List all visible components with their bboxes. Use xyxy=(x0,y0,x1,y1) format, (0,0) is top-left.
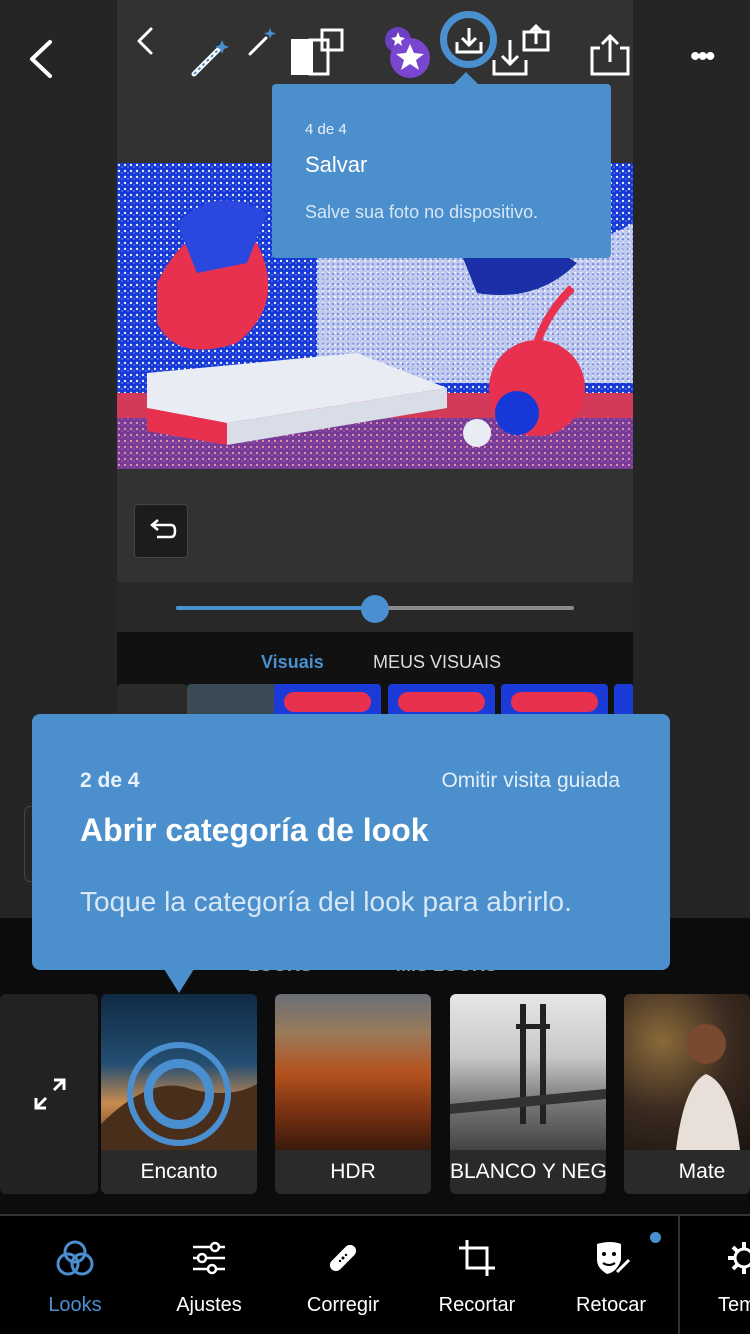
bottom-nav: Looks Ajustes Corregir Recortar Retocar … xyxy=(0,1214,750,1334)
chevron-left-icon[interactable] xyxy=(133,26,157,56)
tooltip-body: Toque la categoría del look para abrirlo… xyxy=(80,886,572,917)
back-icon[interactable] xyxy=(22,36,62,82)
looks-icon xyxy=(55,1238,95,1278)
looks-tooltip: 2 de 4 Omitir visita guiada Abrir catego… xyxy=(32,714,670,970)
export-icon[interactable] xyxy=(490,24,552,80)
magic-wand-icon[interactable] xyxy=(188,36,232,80)
look-card-hdr[interactable]: HDR xyxy=(275,994,431,1194)
tooltip-step: 2 de 4 xyxy=(80,769,140,792)
look-label: HDR xyxy=(330,1160,376,1183)
nav-label: Recortar xyxy=(438,1294,516,1316)
crop-icon xyxy=(457,1238,497,1278)
skip-tour-link[interactable]: Omitir visita guiada xyxy=(441,769,620,793)
look-thumbnail xyxy=(450,994,606,1150)
retouch-icon xyxy=(591,1238,631,1278)
tab-my-visuals[interactable]: MEUS VISUAIS xyxy=(373,652,501,673)
tab-visuals[interactable]: Visuais xyxy=(261,652,324,673)
visual-thumb[interactable] xyxy=(117,684,187,716)
notification-dot xyxy=(650,1232,661,1243)
nav-label: Corregir xyxy=(306,1294,380,1316)
share-icon[interactable] xyxy=(588,32,632,78)
tooltip-title: Abrir categoría de look xyxy=(80,812,429,848)
expand-icon xyxy=(30,1074,70,1114)
look-card-bw[interactable]: BLANCO Y NEGRO xyxy=(450,994,606,1194)
look-card-encanto[interactable]: Encanto xyxy=(101,994,257,1194)
sliders-icon xyxy=(189,1238,229,1278)
save-tooltip: 4 de 4 Salvar Salve sua foto no disposit… xyxy=(272,84,611,258)
tooltip-step: 4 de 4 xyxy=(305,121,347,138)
intensity-slider[interactable] xyxy=(117,582,633,632)
look-thumbnail xyxy=(624,994,750,1150)
premium-star-icon[interactable] xyxy=(384,26,432,78)
undo-button[interactable] xyxy=(134,504,188,558)
more-icon[interactable]: ••• xyxy=(690,42,730,72)
save-icon[interactable] xyxy=(451,22,487,58)
look-label: Mate xyxy=(678,1160,726,1183)
nav-item-temas[interactable]: Temas xyxy=(684,1216,750,1334)
visual-thumb[interactable] xyxy=(614,684,633,716)
nav-item-looks[interactable]: Looks xyxy=(8,1216,142,1334)
tooltip-body: Salve sua foto no dispositivo. xyxy=(305,202,539,222)
magic-wand-small-icon[interactable] xyxy=(246,26,278,58)
tooltip-title: Salvar xyxy=(305,152,368,177)
slider-thumb[interactable] xyxy=(361,595,389,623)
tap-target-ring xyxy=(127,1042,231,1146)
visual-thumb[interactable] xyxy=(388,684,495,716)
look-thumbnail xyxy=(275,994,431,1150)
expand-button[interactable] xyxy=(0,994,98,1194)
compare-icon[interactable] xyxy=(288,28,346,78)
nav-item-corregir[interactable]: Corregir xyxy=(276,1216,410,1334)
nav-label: Retocar xyxy=(575,1294,647,1316)
slider-fill xyxy=(176,606,375,610)
nav-item-ajustes[interactable]: Ajustes xyxy=(142,1216,276,1334)
look-label: BLANCO Y NEGRO xyxy=(450,1160,606,1183)
nav-label: Temas xyxy=(718,1294,750,1316)
nav-divider xyxy=(678,1216,680,1334)
nav-label: Ajustes xyxy=(176,1294,242,1316)
visuals-thumbnails xyxy=(117,684,633,716)
nav-item-recortar[interactable]: Recortar xyxy=(410,1216,544,1334)
look-label: Encanto xyxy=(140,1160,218,1183)
visual-thumb[interactable] xyxy=(501,684,608,716)
bandage-icon xyxy=(323,1238,363,1278)
nav-label: Looks xyxy=(48,1294,102,1316)
look-card-mate[interactable]: Mate xyxy=(624,994,750,1194)
visual-thumb[interactable] xyxy=(274,684,381,716)
themes-icon xyxy=(724,1238,750,1278)
looks-tooltip-arrow xyxy=(164,969,194,993)
visuals-tabs: Visuais MEUS VISUAIS xyxy=(117,632,633,684)
